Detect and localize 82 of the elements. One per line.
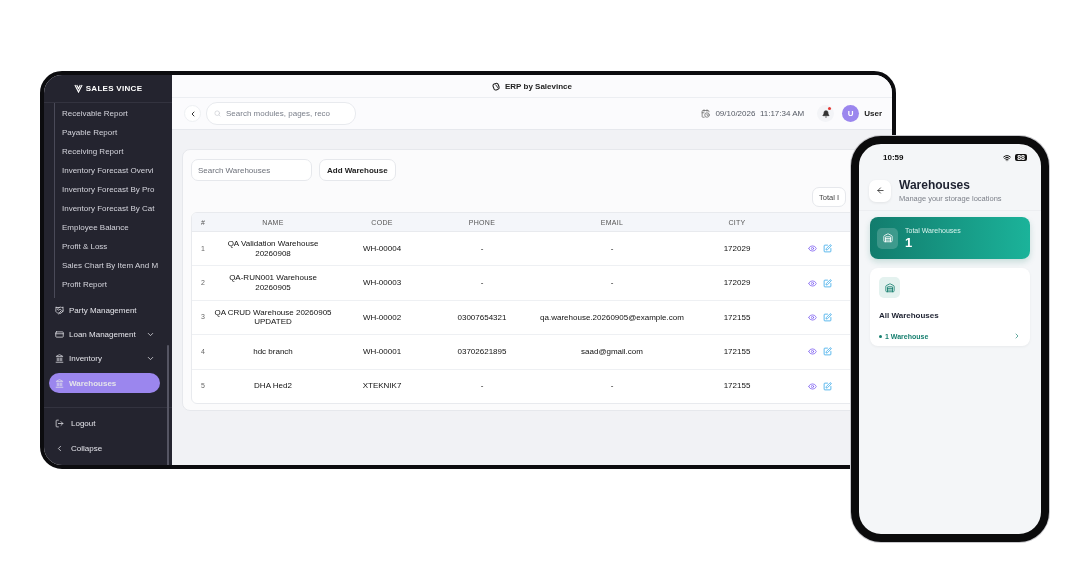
logout-icon (55, 419, 64, 428)
table-cell-text: - (479, 278, 485, 288)
table-cell-text: 172155 (722, 347, 752, 357)
status-dot (879, 334, 882, 338)
edit-icon[interactable] (823, 278, 832, 288)
table-cell-text: 172029 (722, 243, 752, 254)
warehouse-icon (877, 227, 898, 249)
edit-icon[interactable] (823, 244, 832, 254)
table-cell-text: - (479, 243, 485, 254)
chevron-icon (1013, 332, 1021, 340)
sidebar-item[interactable]: Loan Management (44, 323, 172, 345)
table-cell-text: - (479, 381, 485, 392)
sidebar-item[interactable]: Collapse (44, 436, 172, 461)
sidebar-subitem[interactable]: Sales Chart By Item And M (55, 256, 172, 275)
view-icon[interactable] (808, 244, 817, 254)
table-cell-text: hdc branch (252, 347, 294, 357)
back-button[interactable] (869, 179, 891, 202)
chevron-icon (55, 444, 64, 453)
view-icon[interactable] (808, 347, 817, 357)
bell-icon (821, 109, 830, 118)
table-cell-text: 03702621895 (456, 347, 508, 357)
date-time: 09/10/2026 11:17:34 AM (715, 109, 805, 118)
handshake-icon (55, 305, 64, 315)
arrow-left-icon (875, 186, 885, 195)
sidebar-subitem[interactable]: Receivable Report (55, 104, 172, 123)
logo-icon (73, 84, 83, 93)
sidebar-subitem[interactable]: Profit & Loss (55, 237, 172, 256)
notification-button[interactable] (817, 105, 835, 122)
table-cell-text: XTEKNIK7 (361, 381, 403, 392)
table-cell-text: QA-RUN001 Warehouse 20260905 (228, 273, 318, 293)
page-title: Warehouses (899, 178, 971, 192)
edit-icon[interactable] (823, 381, 832, 391)
sidebar-subitem[interactable]: Inventory Forecast By Pro (55, 180, 172, 199)
sidebar-subitem[interactable]: Receiving Report (55, 142, 172, 161)
total-value: 1 (905, 234, 914, 250)
group-title: All Warehouses (879, 311, 940, 320)
app-logo-icon (492, 81, 501, 91)
sidebar-subitem[interactable]: Inventory Forecast Overvi (55, 161, 172, 180)
sidebar-item[interactable]: Logout (44, 411, 172, 436)
table-cell-text: WH-00003 (361, 278, 403, 288)
edit-icon[interactable] (823, 312, 832, 322)
building-icon (55, 378, 64, 388)
card-icon (55, 329, 64, 339)
table-cell-text: DHA Hed2 (253, 381, 293, 392)
view-icon[interactable] (808, 278, 817, 288)
table-cell-text: saad@gmail.com (580, 347, 644, 357)
back-button[interactable] (184, 105, 201, 122)
table-cell-text: WH-00001 (361, 347, 403, 357)
table-cell-text: qa.warehouse.20260905@example.com (539, 312, 685, 323)
table-cell-text: - (609, 243, 615, 254)
sidebar-subitem[interactable]: Inventory Forecast By Cat (55, 199, 172, 218)
logo-text: SALES VINCE (85, 84, 143, 93)
sidebar-item[interactable]: Inventory (44, 347, 172, 369)
wifi-icon (1003, 153, 1012, 162)
search-field[interactable]: Search modules, pages, reco (206, 102, 356, 125)
status-time: 10:59 (883, 153, 904, 162)
view-icon[interactable] (808, 312, 817, 322)
table-cell-text: - (609, 278, 615, 288)
table-cell-text: 172029 (722, 278, 752, 288)
edit-icon[interactable] (823, 347, 832, 357)
table-cell-text: 172155 (722, 312, 752, 323)
sidebar-subitem[interactable]: Profit Report (55, 275, 172, 294)
view-icon[interactable] (808, 381, 817, 391)
add-button[interactable]: Add Warehouse (319, 159, 396, 181)
scrollbar[interactable] (167, 345, 169, 465)
table-cell-text: 172155 (722, 381, 752, 392)
table-cell-text: QA Validation Warehouse 20260908 (226, 239, 320, 259)
sidebar-subitem[interactable]: Payable Report (55, 123, 172, 142)
user-name: User (864, 109, 882, 118)
warehouse-icon (879, 277, 900, 298)
table-cell: QA CRUD Warehouse 20260905 UPDATED (214, 307, 332, 328)
table-cell-text: - (609, 381, 615, 392)
search-icon (214, 110, 221, 117)
table-cell-text: WH-00004 (361, 243, 403, 254)
sidebar-subitem[interactable]: Employee Balance (55, 218, 172, 237)
app-title: ERP by Salevince (505, 81, 572, 91)
building-icon (55, 353, 64, 363)
sidebar-item[interactable]: Party Management (44, 299, 172, 321)
table-cell-text: 03007654321 (456, 312, 508, 323)
search-field[interactable]: Search Warehouses (191, 159, 312, 181)
table-cell-text: WH-00002 (361, 312, 403, 323)
calendar-icon (701, 109, 711, 118)
